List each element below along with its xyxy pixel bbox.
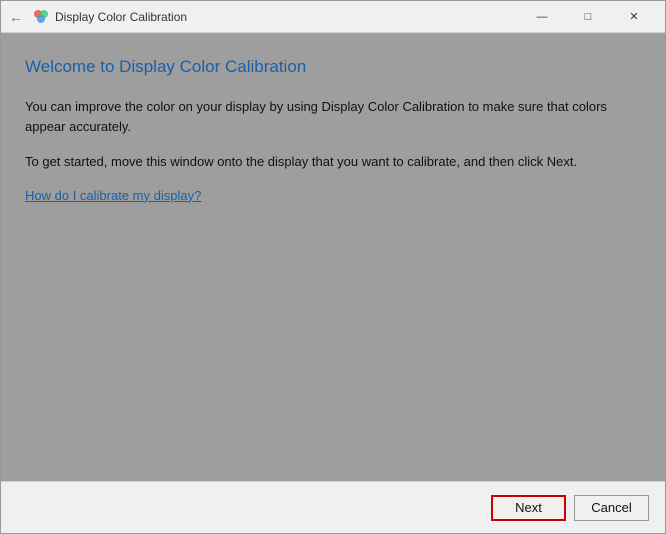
window-title: Display Color Calibration	[55, 10, 187, 24]
main-window: ← Display Color Calibration — □ ✕ Welcom…	[0, 0, 666, 534]
window-controls: — □ ✕	[519, 1, 657, 33]
maximize-button[interactable]: □	[565, 1, 611, 33]
content-area: Welcome to Display Color Calibration You…	[1, 33, 665, 481]
description-paragraph2: To get started, move this window onto th…	[25, 152, 641, 172]
next-button[interactable]: Next	[491, 495, 566, 521]
title-bar-left: ← Display Color Calibration	[9, 9, 187, 25]
page-heading: Welcome to Display Color Calibration	[25, 57, 641, 77]
footer: Next Cancel	[1, 481, 665, 533]
description-paragraph1: You can improve the color on your displa…	[25, 97, 641, 136]
help-link[interactable]: How do I calibrate my display?	[25, 188, 641, 203]
cancel-button[interactable]: Cancel	[574, 495, 649, 521]
back-button[interactable]: ←	[9, 9, 23, 25]
title-bar: ← Display Color Calibration — □ ✕	[1, 1, 665, 33]
app-icon	[33, 9, 49, 25]
close-button[interactable]: ✕	[611, 1, 657, 33]
minimize-button[interactable]: —	[519, 1, 565, 33]
